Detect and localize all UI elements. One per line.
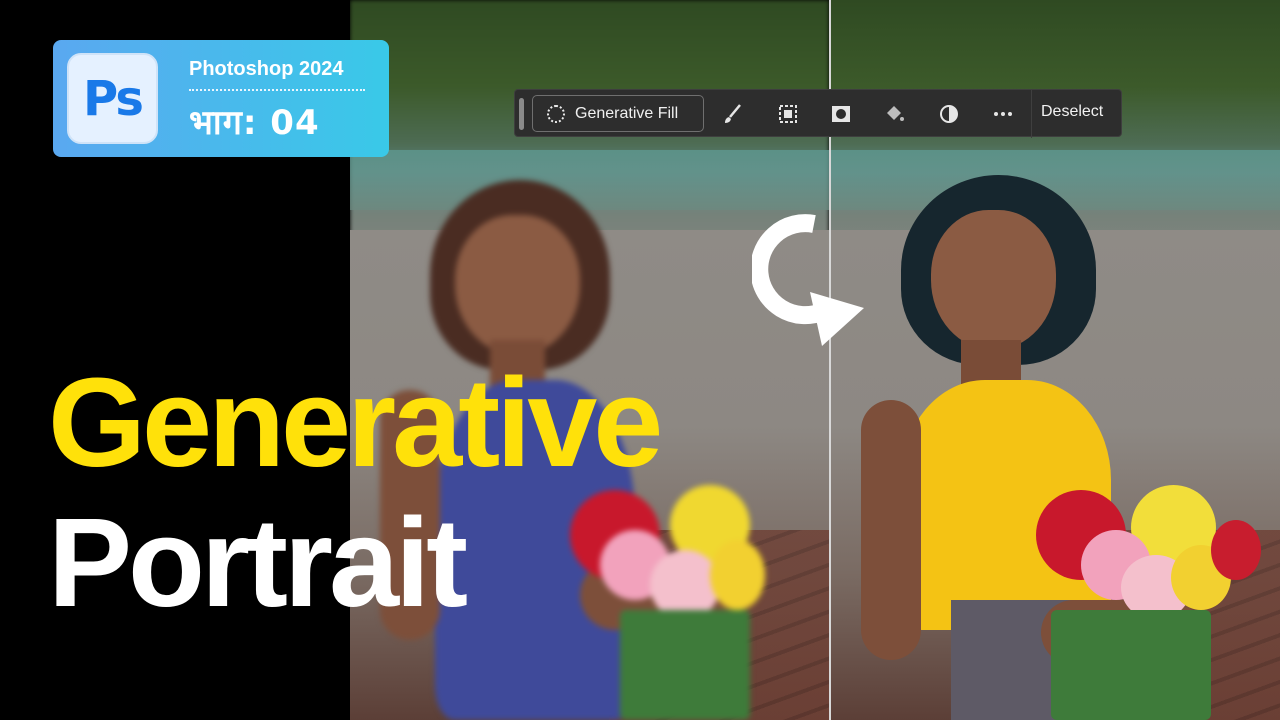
headline-line-1: Generative — [48, 352, 663, 493]
layer-mask-icon[interactable] — [829, 102, 853, 126]
generative-fill-label: Generative Fill — [575, 104, 679, 122]
fill-bucket-icon[interactable] — [882, 102, 906, 126]
app-version-label: Photoshop 2024 — [189, 58, 344, 80]
toolbar-drag-handle[interactable] — [519, 98, 524, 130]
series-title-card: Ps Photoshop 2024 भाग: 04 — [53, 40, 389, 157]
rotate-arrow-icon — [752, 214, 864, 346]
photoshop-logo-icon: Ps — [67, 53, 158, 144]
deselect-button[interactable]: Deselect — [1041, 103, 1103, 121]
generative-fill-button[interactable]: Generative Fill — [532, 95, 704, 132]
selection-mask-icon[interactable] — [776, 102, 800, 126]
adjustment-icon[interactable] — [937, 102, 961, 126]
more-options-icon[interactable] — [991, 102, 1015, 126]
toolbar-separator — [1031, 90, 1032, 138]
title-divider — [189, 89, 365, 91]
generative-fill-icon — [547, 104, 565, 123]
headline-line-2: Portrait — [48, 492, 468, 633]
contextual-task-bar: Generative Fill Deselect — [514, 89, 1122, 138]
part-number-label: भाग: 04 — [189, 103, 320, 143]
brush-icon[interactable] — [721, 102, 745, 126]
